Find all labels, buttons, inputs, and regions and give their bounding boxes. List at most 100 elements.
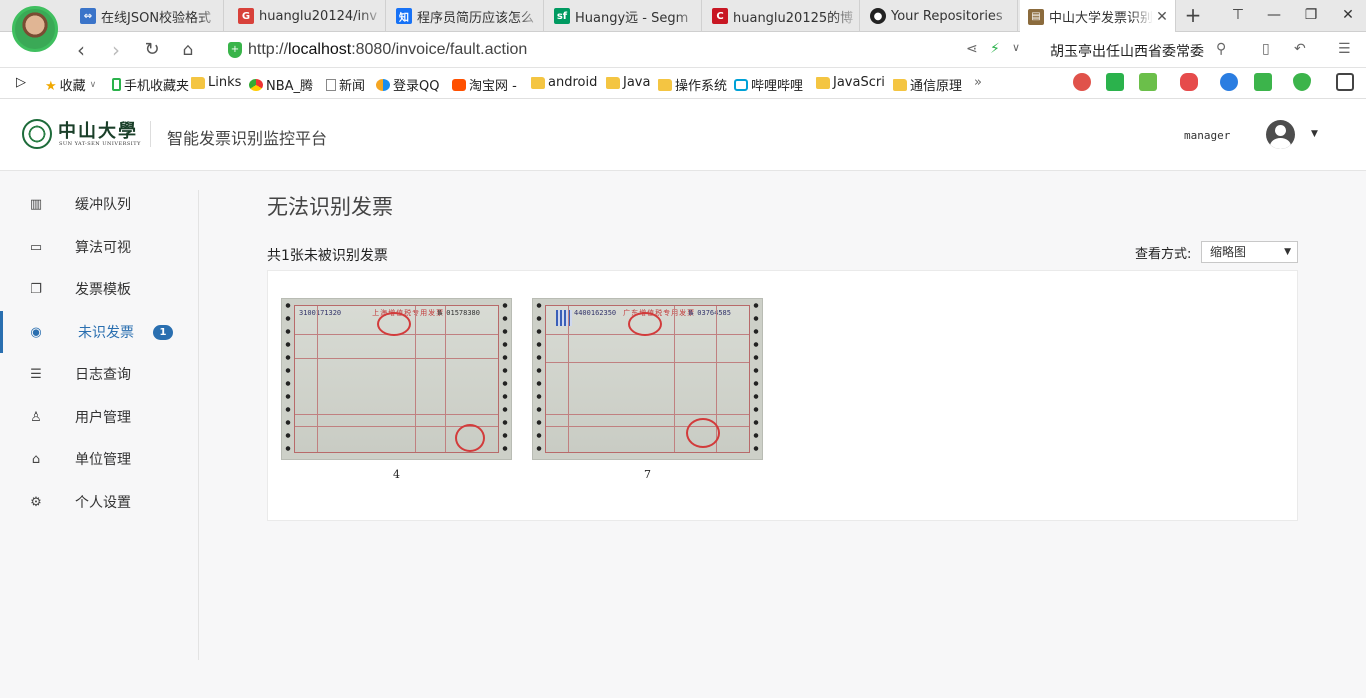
browser-tab-strip: ⇔ 在线JSON校验格式 G huanglu20124/inv 知 程序员简历应…	[0, 0, 1366, 52]
search-icon[interactable]: ⚲	[1216, 41, 1226, 57]
bookmark-item[interactable]: 新闻	[326, 75, 365, 94]
home-icon[interactable]: ⌂	[176, 38, 200, 62]
sidebar-item-invoice-templates[interactable]: ❐ 发票模板	[0, 268, 198, 310]
url-field[interactable]: + http://localhost:8080/invoice/fault.ac…	[222, 36, 960, 64]
view-mode-label: 查看方式:	[1135, 247, 1192, 262]
tab-label: Your Repositories	[891, 8, 1003, 24]
invoice-serial: 3100171320	[299, 309, 342, 317]
extension-translate-icon[interactable]	[1139, 73, 1157, 91]
browser-tab[interactable]: G huanglu20124/inv	[230, 0, 386, 32]
minimize-icon[interactable]: —	[1262, 4, 1286, 26]
more-bookmarks-icon[interactable]: »	[974, 75, 982, 90]
sidebar-item-user-management[interactable]: ♙ 用户管理	[0, 396, 198, 438]
bookmark-item[interactable]: ★ 收藏 ∨	[45, 75, 96, 95]
logo-text: 中山大學	[58, 121, 138, 142]
form-line	[415, 306, 416, 452]
browser-profile-avatar[interactable]	[12, 6, 58, 52]
bookmark-item[interactable]: Java	[606, 75, 650, 90]
logo-subtext: SUN YAT-SEN UNIVERSITY	[59, 141, 141, 147]
page-title: 无法识别发票	[267, 195, 393, 219]
sidebar-item-buffer-queue[interactable]: ▥ 缓冲队列	[0, 183, 198, 225]
g-icon: G	[238, 8, 254, 24]
app-title: 智能发票识别监控平台	[167, 129, 328, 148]
bookmark-item[interactable]: Links	[191, 75, 241, 90]
chevron-down-icon[interactable]: ∨	[1012, 41, 1020, 54]
forward-icon[interactable]: ›	[104, 38, 128, 62]
sidebar-item-label: 日志查询	[75, 367, 131, 383]
invoice-form: 3100171320 上海增值税专用发票 № 01578380	[294, 305, 499, 453]
wallet-icon[interactable]	[1293, 73, 1311, 91]
bookmark-item[interactable]: 淘宝网 -	[452, 75, 517, 94]
sidebar-item-log-query[interactable]: ☰ 日志查询	[0, 353, 198, 395]
extension-shield-icon[interactable]	[1073, 73, 1091, 91]
tab-label: 中山大学发票识别	[1049, 11, 1153, 26]
share-icon[interactable]: ⋖	[966, 41, 978, 57]
monitor-icon: ▭	[29, 239, 43, 255]
browser-tab[interactable]: sf Huangy远 - Segm	[546, 0, 702, 32]
invoice-caption: 7	[644, 468, 651, 481]
sidebar-item-unit-management[interactable]: ⌂ 单位管理	[0, 438, 198, 480]
red-seal	[628, 312, 662, 336]
bookmark-item[interactable]: 登录QQ	[376, 75, 439, 94]
star-icon: ★	[45, 78, 57, 94]
form-line	[317, 306, 318, 452]
sidebar-toggle-icon[interactable]: ▷	[16, 75, 26, 90]
scissors-icon[interactable]	[1180, 73, 1198, 91]
bookmark-item[interactable]: android	[531, 75, 597, 90]
form-line	[295, 414, 498, 415]
invoice-image[interactable]: 3100171320 上海增值税专用发票 № 01578380	[281, 298, 512, 460]
undo-icon[interactable]: ↶	[1294, 41, 1306, 57]
shirt-skin-icon[interactable]: ⊤	[1226, 4, 1250, 26]
red-seal	[686, 418, 720, 448]
menu-icon[interactable]: ☰	[1338, 41, 1351, 57]
close-tab-icon[interactable]: ✕	[1153, 9, 1171, 25]
new-tab-button[interactable]: +	[1182, 4, 1204, 26]
extension-book-icon[interactable]	[1106, 73, 1124, 91]
sidebar-item-algorithm-view[interactable]: ▭ 算法可视	[0, 226, 198, 268]
restore-icon[interactable]: ❐	[1299, 4, 1323, 26]
apps-grid-icon[interactable]	[1336, 73, 1354, 91]
tablet-icon[interactable]: ▯	[1262, 41, 1270, 57]
sidebar: ▥ 缓冲队列 ▭ 算法可视 ❐ 发票模板 ◉ 未识发票 1 ☰ 日志查询 ♙ 用…	[0, 171, 199, 698]
bookmark-item[interactable]: NBA_腾	[249, 75, 313, 94]
bookmark-item[interactable]: 操作系统	[658, 75, 727, 94]
sidebar-item-label: 个人设置	[75, 495, 131, 511]
magnifier-extension-icon[interactable]	[1220, 73, 1238, 91]
form-line	[295, 358, 498, 359]
username-label: manager	[1184, 129, 1231, 142]
invoice-image[interactable]: 4400162350 广东增值税专用发票 № 03764585	[532, 298, 763, 460]
red-seal	[455, 424, 485, 452]
invoice-thumbnail[interactable]: 3100171320 上海增值税专用发票 № 01578380 4	[281, 298, 512, 481]
sidebar-item-unrecognized-invoices[interactable]: ◉ 未识发票 1	[0, 311, 198, 353]
reload-icon[interactable]: ↻	[140, 38, 164, 62]
bookmark-item[interactable]: 手机收藏夹	[112, 75, 189, 94]
bookmark-item[interactable]: JavaScri	[816, 75, 885, 90]
search-box[interactable]: 胡玉亭出任山西省委常委	[1050, 41, 1204, 61]
view-mode-select[interactable]: 缩略图 ▼	[1201, 241, 1298, 263]
folder-icon	[606, 76, 620, 89]
chrome-icon	[249, 78, 263, 91]
invoice-thumbnail[interactable]: 4400162350 广东增值税专用发票 № 03764585 7	[532, 298, 763, 481]
back-icon[interactable]: ‹	[69, 38, 93, 62]
bookmark-label: 哔哩哔哩	[751, 79, 804, 94]
close-window-icon[interactable]: ✕	[1336, 4, 1360, 26]
tab-label: 在线JSON校验格式	[101, 10, 212, 26]
browser-tab[interactable]: 知 程序员简历应该怎么	[388, 0, 544, 32]
lightning-icon[interactable]: ⚡	[990, 41, 1000, 57]
browser-tab[interactable]: ⇔ 在线JSON校验格式	[72, 0, 224, 32]
caret-down-icon[interactable]: ▼	[1311, 129, 1318, 139]
bookmark-item[interactable]: 通信原理	[893, 75, 962, 94]
user-avatar-icon[interactable]	[1266, 120, 1295, 149]
bookmark-item[interactable]: 哔哩哔哩	[734, 75, 803, 94]
browser-tab[interactable]: ● Your Repositories	[862, 0, 1018, 32]
gamepad-icon[interactable]	[1254, 73, 1272, 91]
invoice-caption: 4	[393, 468, 400, 481]
header-divider	[150, 121, 151, 147]
browser-tab-active[interactable]: ▤ 中山大学发票识别 ✕	[1020, 0, 1176, 33]
browser-tab[interactable]: C huanglu20125的博	[704, 0, 860, 32]
red-seal	[377, 312, 411, 336]
sidebar-item-personal-settings[interactable]: ⚙ 个人设置	[0, 481, 198, 523]
invoice-count-text: 共1张未被识别发票	[267, 248, 388, 264]
sidebar-item-label: 发票模板	[75, 282, 131, 298]
address-toolbar: ‹ › ↻ ⌂ + http://localhost:8080/invoice/…	[0, 32, 1366, 68]
